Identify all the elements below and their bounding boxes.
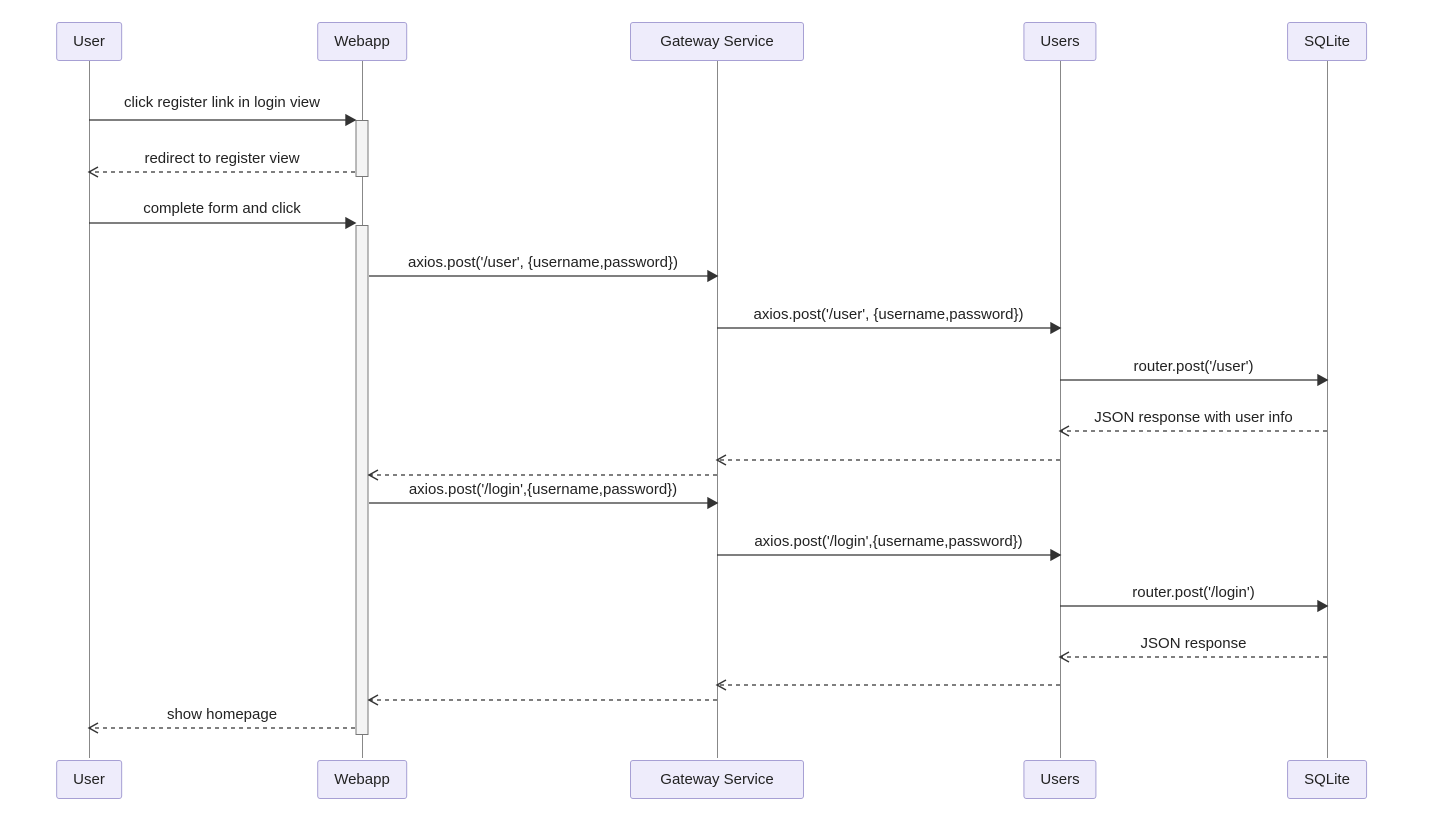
- message-arrowhead-3: [708, 271, 717, 281]
- lifeline-sqlite: [1327, 56, 1328, 758]
- message-arrowhead-7: [717, 455, 726, 465]
- message-arrowhead-5: [1318, 375, 1327, 385]
- participant-gateway-bottom: Gateway Service: [630, 760, 804, 799]
- participant-gateway-top: Gateway Service: [630, 22, 804, 61]
- message-label-12: JSON response: [1141, 635, 1247, 652]
- participant-users-top: Users: [1023, 22, 1096, 61]
- message-arrowhead-9: [708, 498, 717, 508]
- participant-webapp-top: Webapp: [317, 22, 407, 61]
- participant-sqlite-bottom: SQLite: [1287, 760, 1367, 799]
- participant-sqlite-top: SQLite: [1287, 22, 1367, 61]
- participant-users-bottom: Users: [1023, 760, 1096, 799]
- message-arrowhead-10: [1051, 550, 1060, 560]
- message-arrowhead-4: [1051, 323, 1060, 333]
- activation-webapp-1: [356, 225, 369, 735]
- participant-user-top: User: [56, 22, 122, 61]
- message-label-11: router.post('/login'): [1132, 584, 1254, 601]
- message-arrowhead-8: [369, 470, 378, 480]
- message-arrowhead-12: [1060, 652, 1069, 662]
- lifeline-user: [89, 56, 90, 758]
- message-arrowhead-11: [1318, 601, 1327, 611]
- message-label-0: click register link in login view: [124, 94, 320, 111]
- message-label-4: axios.post('/user', {username,password}): [753, 306, 1023, 323]
- participant-user-bottom: User: [56, 760, 122, 799]
- message-label-2: complete form and click: [143, 200, 301, 217]
- message-label-6: JSON response with user info: [1094, 409, 1292, 426]
- message-arrowhead-15: [89, 723, 98, 733]
- message-arrowhead-2: [346, 218, 355, 228]
- message-arrowhead-13: [717, 680, 726, 690]
- message-label-9: axios.post('/login',{username,password}): [409, 481, 677, 498]
- message-arrowhead-14: [369, 695, 378, 705]
- message-label-3: axios.post('/user', {username,password}): [408, 254, 678, 271]
- message-label-5: router.post('/user'): [1134, 358, 1254, 375]
- message-label-10: axios.post('/login',{username,password}): [754, 533, 1022, 550]
- lifeline-gateway: [717, 56, 718, 758]
- participant-webapp-bottom: Webapp: [317, 760, 407, 799]
- message-arrowhead-6: [1060, 426, 1069, 436]
- message-arrowhead-0: [346, 115, 355, 125]
- activation-webapp-0: [356, 120, 369, 177]
- message-label-15: show homepage: [167, 706, 277, 723]
- message-label-1: redirect to register view: [144, 150, 299, 167]
- sequence-diagram: click register link in login view redirec…: [0, 0, 1429, 832]
- message-arrowhead-1: [89, 167, 98, 177]
- lifeline-users: [1060, 56, 1061, 758]
